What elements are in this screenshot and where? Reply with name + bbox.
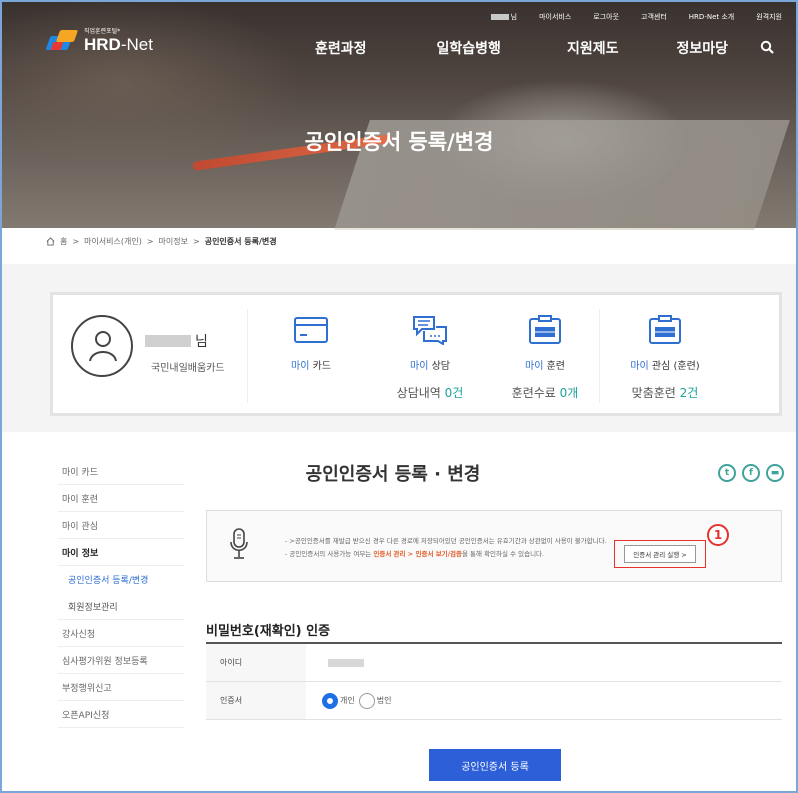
- left-nav-item-myinterest[interactable]: 마이 관심: [58, 512, 184, 539]
- notice-line-1: - >공인인증서를 재발급 받으신 경우 다른 경로에 저장되어있던 공인인증서…: [285, 537, 607, 545]
- stat-my-training[interactable]: 마이 훈련 훈련수료 0개: [485, 315, 605, 401]
- share-icon[interactable]: ▬: [766, 464, 784, 482]
- breadcrumb-item-myservice[interactable]: 마이서비스(개인): [84, 236, 142, 247]
- user-icon: [89, 331, 117, 362]
- left-nav-item-myinfo[interactable]: 마이 정보: [58, 539, 184, 566]
- facebook-icon[interactable]: f: [742, 464, 760, 482]
- masked-user-id: [328, 658, 364, 667]
- topbar-user: 님: [490, 12, 517, 22]
- breadcrumb: 홈 > 마이서비스(개인) > 마이정보 > 공인인증서 등록/변경: [46, 236, 277, 247]
- clipboard-icon: [529, 315, 561, 344]
- cert-manager-button-highlight: 인증서 관리 실행 >: [614, 540, 706, 568]
- gnb-item-info[interactable]: 정보마당: [676, 38, 728, 58]
- left-nav-item-instructor[interactable]: 강사신청: [58, 620, 184, 647]
- home-icon[interactable]: [46, 237, 55, 246]
- left-nav-item-mytraining[interactable]: 마이 훈련: [58, 485, 184, 512]
- cert-manager-button[interactable]: 인증서 관리 실행 >: [624, 545, 696, 563]
- left-nav-item-report[interactable]: 부정행위신고: [58, 674, 184, 701]
- notice-box: - >공인인증서를 재발급 받으신 경우 다른 경로에 저장되어있던 공인인증서…: [206, 510, 782, 582]
- left-nav: 마이 카드 마이 훈련 마이 관심 마이 정보 공인인증서 등록/변경 회원정보…: [58, 458, 184, 728]
- topbar-link-support[interactable]: 고객센터: [641, 12, 667, 22]
- page-title: 공인인증서 등록 · 변경: [305, 464, 481, 485]
- page-frame: 님 마이서비스 로그아웃 고객센터 HRD-Net 소개 원격지원 직업훈련포털…: [0, 0, 798, 793]
- topbar-link-logout[interactable]: 로그아웃: [593, 12, 619, 22]
- divider: [599, 309, 600, 403]
- left-nav-sub-member[interactable]: 회원정보관리: [58, 593, 184, 620]
- left-nav-item-openapi[interactable]: 오픈API신청: [58, 701, 184, 728]
- card-icon: [294, 317, 328, 343]
- logo-mark-icon: [45, 28, 79, 54]
- left-nav-item-evaluator[interactable]: 심사평가위원 정보등록: [58, 647, 184, 674]
- radio-personal[interactable]: 개인: [322, 692, 355, 709]
- stat-my-counsel[interactable]: 마이 상담 상담내역 0건: [370, 315, 490, 401]
- topbar-link-myservice[interactable]: 마이서비스: [539, 12, 571, 22]
- register-cert-button[interactable]: 공인인증서 등록: [429, 749, 561, 781]
- breadcrumb-item-myinfo[interactable]: 마이정보: [159, 236, 188, 247]
- clipboard-icon: [649, 315, 681, 344]
- card-type: 국민내일배움카드: [151, 363, 225, 374]
- breadcrumb-current: 공인인증서 등록/변경: [204, 237, 277, 246]
- hero-title: 공인인증서 등록/변경: [304, 130, 494, 154]
- my-summary-card: 님 국민내일배움카드 마이 카드 마이 상담 상담내역 0건 마이 훈련 훈련수…: [50, 292, 782, 416]
- global-nav: 훈련과정 일학습병행 지원제도 정보마당: [315, 38, 728, 58]
- gnb-item-courses[interactable]: 훈련과정: [315, 38, 367, 58]
- hrd-net-logo[interactable]: 직업훈련포털* HRD-Net: [45, 26, 153, 55]
- sns-share: t f ▬: [718, 464, 784, 482]
- left-nav-sub-cert[interactable]: 공인인증서 등록/변경: [58, 566, 184, 593]
- left-nav-item-mycard[interactable]: 마이 카드: [58, 458, 184, 485]
- search-icon[interactable]: [760, 40, 774, 54]
- twitter-icon[interactable]: t: [718, 464, 736, 482]
- masked-username: [490, 14, 509, 20]
- breadcrumb-home[interactable]: 홈: [60, 236, 67, 247]
- masked-username: [145, 335, 191, 347]
- step-badge: 1: [707, 524, 729, 546]
- auth-form: 아이디 인증서 개인 법인: [206, 642, 782, 720]
- user-name: 님: [145, 331, 208, 351]
- form-row-cert: 인증서 개인 법인: [206, 682, 782, 720]
- top-utility-bar: 님 마이서비스 로그아웃 고객센터 HRD-Net 소개 원격지원: [490, 12, 782, 22]
- topbar-link-remote[interactable]: 원격지원: [756, 12, 782, 22]
- notice-line-2: - 공인인증서의 사용가능 여부는 인증서 관리 > 인증서 보기/검증을 통해…: [285, 550, 545, 558]
- section-title: 비밀번호(재확인) 인증: [206, 624, 331, 639]
- gnb-item-support[interactable]: 지원제도: [567, 38, 619, 58]
- microphone-icon: [230, 528, 248, 559]
- divider: [247, 309, 248, 403]
- chat-icon: [413, 316, 447, 346]
- form-row-id: 아이디: [206, 644, 782, 682]
- stat-my-card[interactable]: 마이 카드: [251, 315, 371, 372]
- avatar: [71, 315, 133, 377]
- gnb-item-work-learning[interactable]: 일학습병행: [437, 38, 501, 58]
- topbar-link-about[interactable]: HRD-Net 소개: [689, 12, 734, 22]
- stat-my-interest[interactable]: 마이 관심 (훈련) 맞춤훈련 2건: [605, 315, 725, 401]
- radio-corporate[interactable]: 법인: [358, 692, 391, 709]
